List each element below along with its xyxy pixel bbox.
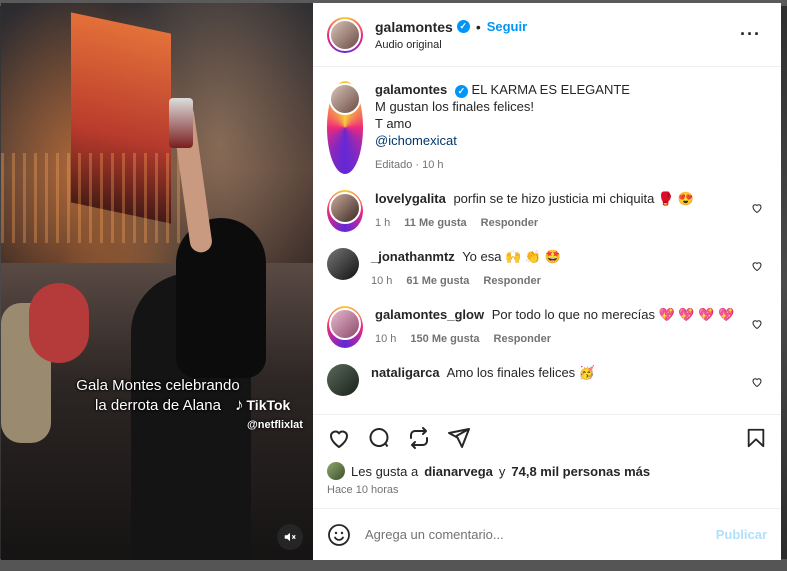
comment-icon[interactable] (367, 426, 391, 450)
likes-user[interactable]: dianarvega (424, 464, 493, 479)
post-caption: galamontes ✓ EL KARMA ES ELEGANTE M gust… (327, 81, 767, 174)
comment-text: porfin se te hizo justicia mi chiquita 🥊… (453, 191, 694, 206)
heart-icon[interactable] (751, 376, 763, 388)
post-panel: galamontes ✓ • Seguir Audio original ···… (313, 3, 781, 560)
story-ring[interactable] (327, 190, 363, 232)
story-ring[interactable] (327, 16, 363, 53)
comment-username[interactable]: galamontes_glow (375, 307, 484, 322)
add-comment-bar: Agrega un comentario... Publicar (313, 508, 781, 560)
comment-likes[interactable]: 11 Me gusta (404, 215, 466, 232)
mute-button[interactable] (277, 524, 303, 550)
avatar (329, 308, 361, 340)
emoji-icon[interactable] (327, 523, 351, 547)
share-icon[interactable] (447, 426, 471, 450)
more-options-icon[interactable]: ··· (734, 24, 767, 45)
speaker-muted-icon (284, 532, 296, 542)
comment-likes[interactable]: 61 Me gusta (406, 273, 469, 290)
mention-link[interactable]: @ichomexicat (375, 132, 767, 149)
likes-prefix: Les gusta a (351, 463, 419, 479)
reply-button[interactable]: Responder (494, 331, 551, 348)
likes-others[interactable]: 74,8 mil personas más (511, 464, 650, 479)
avatar (327, 462, 345, 480)
caption-line: EL KARMA ES ELEGANTE (471, 82, 630, 97)
tiktok-label: TikTok (246, 397, 291, 413)
caption-line: T amo (375, 116, 412, 131)
watermark-handle: @netflixlat (247, 419, 303, 431)
bookmark-icon[interactable] (745, 427, 767, 449)
caption-meta: Editado · 10 h (375, 159, 444, 171)
likes-summary: Les gusta a dianarvega y 74,8 mil person… (313, 460, 781, 482)
avatar[interactable] (327, 364, 359, 396)
publish-button[interactable]: Publicar (716, 527, 767, 542)
heart-icon[interactable] (751, 202, 763, 214)
video-caption: Gala Montes celebrando la derrota de Ala… (63, 376, 253, 416)
stage-lights (1, 153, 181, 243)
heart-icon[interactable] (751, 318, 763, 330)
post-video[interactable]: Gala Montes celebrando la derrota de Ala… (1, 3, 313, 560)
comment-username[interactable]: nataligarca (371, 365, 440, 380)
comment-time: 1 h (375, 217, 391, 229)
comment: _jonathanmtz Yo esa 🙌 👏 🤩 10 h 61 Me gus… (327, 248, 767, 290)
avatar (329, 83, 361, 115)
person (29, 283, 89, 363)
cup (169, 98, 193, 148)
comment-time: 10 h (375, 333, 397, 345)
author-username[interactable]: galamontes (375, 19, 453, 35)
header-text: galamontes ✓ • Seguir Audio original (375, 19, 734, 51)
avatar (329, 192, 361, 224)
action-bar (313, 414, 781, 460)
video-caption-line: la derrota de Alana (95, 397, 221, 414)
like-heart-icon[interactable] (327, 426, 351, 450)
tiktok-watermark: ♪ TikTok (235, 395, 290, 415)
comment-username[interactable]: _jonathanmtz (371, 249, 455, 264)
post-modal: Gala Montes celebrando la derrota de Ala… (1, 3, 781, 560)
story-ring[interactable] (327, 306, 363, 348)
repost-icon[interactable] (407, 426, 431, 450)
video-caption-line: Gala Montes celebrando (76, 377, 240, 394)
post-time: Hace 10 horas (327, 484, 399, 496)
reply-button[interactable]: Responder (481, 215, 538, 232)
comment-text: Por todo lo que no merecías 💖 💖 💖 💖 (491, 307, 735, 322)
caption-line: M gustan los finales felices! (375, 99, 534, 114)
avatar (329, 18, 361, 51)
audio-link[interactable]: Audio original (375, 39, 734, 51)
verified-badge-icon: ✓ (456, 20, 470, 33)
comment: nataligarca Amo los finales felices 🥳 (327, 364, 767, 396)
caption-username[interactable]: galamontes (375, 82, 447, 97)
post-header: galamontes ✓ • Seguir Audio original ··· (313, 3, 781, 67)
avatar[interactable] (327, 248, 359, 280)
comment-text: Amo los finales felices 🥳 (446, 365, 595, 380)
tiktok-icon: ♪ (235, 395, 244, 414)
heart-icon[interactable] (751, 260, 763, 272)
verified-badge-icon: ✓ (454, 85, 468, 98)
follow-button[interactable]: Seguir (487, 19, 527, 34)
comment-input[interactable]: Agrega un comentario... (365, 527, 702, 542)
separator: • (475, 18, 481, 35)
comment-time: 10 h (371, 275, 393, 287)
comment-likes[interactable]: 150 Me gusta (410, 331, 479, 348)
reply-button[interactable]: Responder (483, 273, 540, 290)
comment: lovelygalita porfin se te hizo justicia … (327, 190, 767, 232)
comment: galamontes_glow Por todo lo que no merec… (327, 306, 767, 348)
comment-username[interactable]: lovelygalita (375, 191, 446, 206)
comments-list[interactable]: galamontes ✓ EL KARMA ES ELEGANTE M gust… (313, 67, 781, 414)
comment-text: Yo esa 🙌 👏 🤩 (462, 249, 561, 264)
likes-connector: y (498, 463, 506, 479)
story-ring[interactable] (327, 81, 363, 174)
backdrop-strip-bottom (0, 559, 787, 571)
